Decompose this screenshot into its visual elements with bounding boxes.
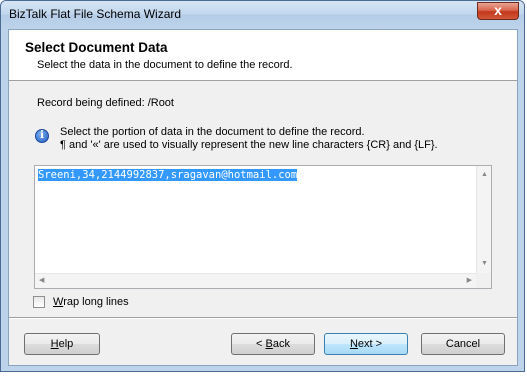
scroll-up-arrow-icon[interactable]: ▲ <box>481 171 488 179</box>
document-data-textbox[interactable]: Sreeni,34,2144992837,sragavan@hotmail.co… <box>34 165 492 289</box>
scroll-down-arrow-icon[interactable]: ▼ <box>481 260 488 268</box>
page-subtitle: Select the data in the document to defin… <box>37 59 293 71</box>
page-title: Select Document Data <box>25 40 168 55</box>
wrap-label-text: rap long lines <box>63 296 129 308</box>
back-mnemonic: B <box>265 338 273 350</box>
back-prefix: < <box>256 338 266 350</box>
close-icon: x <box>494 2 502 18</box>
cancel-button[interactable]: Cancel <box>421 333 505 355</box>
scroll-left-arrow-icon[interactable]: ◀ <box>39 277 44 285</box>
wrap-long-lines-checkbox[interactable] <box>33 296 45 308</box>
next-button[interactable]: Next > <box>324 333 408 355</box>
wizard-window: BizTalk Flat File Schema Wizard x Select… <box>0 0 525 372</box>
title-bar[interactable]: BizTalk Flat File Schema Wizard x <box>1 1 524 28</box>
back-button[interactable]: < Back <box>231 333 315 355</box>
record-being-defined: Record being defined: /Root <box>37 97 174 109</box>
next-label: ext > <box>357 338 383 350</box>
help-button[interactable]: Help <box>24 333 100 355</box>
help-mnemonic: H <box>50 338 59 350</box>
vertical-scrollbar[interactable]: ▲ ▼ <box>476 166 491 273</box>
help-label: elp <box>58 338 74 350</box>
wrap-label-mnemonic: W <box>53 296 64 308</box>
close-button[interactable]: x <box>477 2 519 20</box>
instruction-text: Select the portion of data in the docume… <box>60 126 365 138</box>
wrap-long-lines-label[interactable]: Wrap long lines <box>53 296 129 308</box>
next-mnemonic: N <box>349 338 358 350</box>
window-title: BizTalk Flat File Schema Wizard <box>9 7 182 21</box>
button-divider <box>9 317 517 319</box>
page-header: Select Document Data Select the data in … <box>9 30 517 81</box>
scroll-right-arrow-icon[interactable]: ▶ <box>467 277 472 285</box>
horizontal-scrollbar[interactable]: ◀ ▶ <box>35 273 476 288</box>
info-icon: i <box>35 129 49 143</box>
wizard-page: Select Document Data Select the data in … <box>8 29 518 366</box>
back-label: ack <box>272 338 290 350</box>
document-content[interactable]: Sreeni,34,2144992837,sragavan@hotmail.co… <box>38 169 298 182</box>
cancel-label: Cancel <box>445 338 481 350</box>
selected-record-text[interactable]: Sreeni,34,2144992837,sragavan@hotmail.co… <box>38 169 298 181</box>
scrollbar-corner <box>476 273 491 288</box>
newline-legend-text: ¶ and '«' are used to visually represent… <box>60 139 438 151</box>
